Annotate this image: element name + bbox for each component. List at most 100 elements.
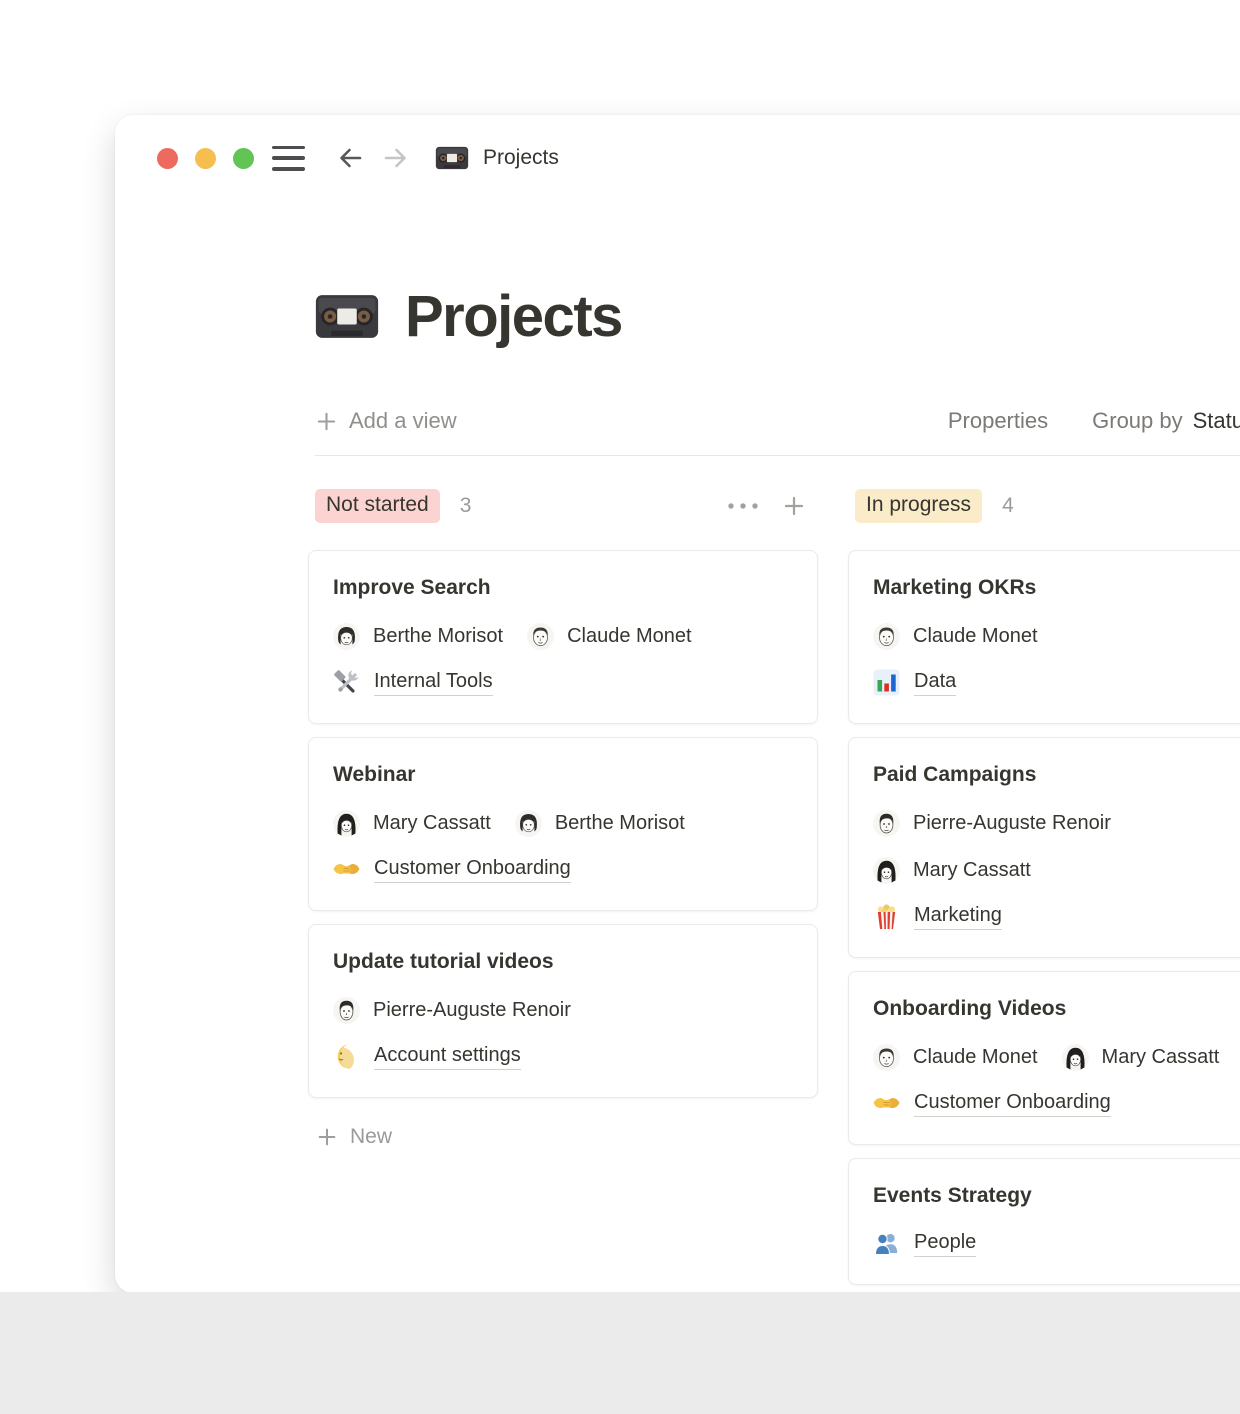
avatar [873,857,900,884]
group-by-button[interactable]: Group by Status [1092,408,1240,434]
tag: Account settings [333,1043,793,1070]
person: Claude Monet [873,623,1038,650]
tag: Customer Onboarding [333,856,793,883]
column-more-icon[interactable] [726,502,760,510]
tag-label: People [914,1231,976,1257]
avatar [873,810,900,837]
avatar [333,810,360,837]
back-arrow-icon[interactable] [335,143,365,173]
view-controls: Add a view Properties Group by Status [315,404,1240,438]
moon-icon [333,1043,360,1070]
person-row: Mary Cassatt Berthe Morisot [333,809,793,837]
person-name: Claude Monet [913,1046,1038,1069]
card-improve-search[interactable]: Improve Search Berthe Morisot Claude Mon… [308,550,818,724]
tag: Internal Tools [333,669,793,696]
tag-label: Customer Onboarding [374,857,571,883]
add-view-label: Add a view [349,408,457,434]
page-title-text[interactable]: Projects [405,283,622,350]
add-view-button[interactable]: Add a view [315,408,457,434]
kanban-board: Not started 3 Improve Search Berthe Mori… [308,489,1240,1293]
person: Mary Cassatt [333,810,491,837]
titlebar: Projects [115,115,1240,201]
zoom-button[interactable] [233,148,254,169]
new-card-label: New [350,1125,392,1149]
status-badge[interactable]: In progress [855,489,982,523]
column-add-icon[interactable] [782,494,806,518]
card-paid-campaigns[interactable]: Paid Campaigns Pierre-Auguste Renoir Mar… [848,737,1240,958]
person-row: Mary Cassatt [873,856,1240,884]
tools-icon [333,669,360,696]
column-count: 4 [1002,494,1014,518]
card-update-tutorial-videos[interactable]: Update tutorial videos Pierre-Auguste Re… [308,924,818,1098]
group-by-label: Group by [1092,408,1183,434]
person: Mary Cassatt [1062,1044,1220,1071]
column-actions [726,494,806,518]
person: Claude Monet [527,623,692,650]
avatar [873,623,900,650]
person-name: Berthe Morisot [555,812,685,835]
tag-label: Account settings [374,1044,521,1070]
menu-icon[interactable] [272,146,305,171]
page-title: Projects [315,283,1240,350]
card-title: Events Strategy [873,1184,1240,1208]
column-header: Not started 3 [308,489,818,523]
card-title: Webinar [333,763,793,787]
person-name: Mary Cassatt [1102,1046,1220,1069]
person-name: Pierre-Auguste Renoir [913,812,1111,835]
card-webinar[interactable]: Webinar Mary Cassatt Berthe Morisot [308,737,818,911]
person-row: Berthe Morisot Claude Monet [333,622,793,650]
person-row: Pierre-Auguste Renoir [333,996,793,1024]
tag: Marketing [873,903,1240,930]
traffic-lights [157,148,254,169]
person-row: Claude Monet Mary Cassatt [873,1043,1240,1071]
breadcrumb[interactable]: Projects [483,146,559,170]
avatar [1062,1044,1089,1071]
minimize-button[interactable] [195,148,216,169]
status-badge[interactable]: Not started [315,489,440,523]
avatar [873,1044,900,1071]
card-title: Update tutorial videos [333,950,793,974]
avatar [527,623,554,650]
avatar [333,623,360,650]
person-name: Claude Monet [913,625,1038,648]
person: Berthe Morisot [333,623,503,650]
card-marketing-okrs[interactable]: Marketing OKRs Claude Monet Data [848,550,1240,724]
tag: Data [873,669,1240,696]
new-card-button[interactable]: New [308,1125,818,1149]
person-name: Mary Cassatt [373,812,491,835]
person: Mary Cassatt [873,857,1031,884]
tag-label: Customer Onboarding [914,1091,1111,1117]
view-right-controls: Properties Group by Status [948,408,1240,434]
card-title: Marketing OKRs [873,576,1240,600]
group-by-value: Status [1193,408,1240,434]
divider [315,455,1240,456]
vhs-cassette-icon [435,146,469,170]
forward-arrow-icon[interactable] [381,143,411,173]
plus-icon [316,1126,338,1148]
vhs-cassette-icon[interactable] [315,293,379,340]
person-name: Claude Monet [567,625,692,648]
avatar [515,810,542,837]
tag-label: Data [914,670,956,696]
person-name: Mary Cassatt [913,859,1031,882]
column-count: 3 [460,494,472,518]
tag-label: Marketing [914,904,1002,930]
tag: People [873,1230,1240,1257]
card-title: Improve Search [333,576,793,600]
card-title: Onboarding Videos [873,997,1240,1021]
card-onboarding-videos[interactable]: Onboarding Videos Claude Monet Mary Cass… [848,971,1240,1145]
column-not-started: Not started 3 Improve Search Berthe Mori… [308,489,818,1293]
column-header: In progress 4 [848,489,1240,523]
close-button[interactable] [157,148,178,169]
card-events-strategy[interactable]: Events Strategy People [848,1158,1240,1285]
page: Projects Add a view Properties Group by … [115,283,1240,1293]
page-background-band [0,1292,1240,1414]
person-row: Claude Monet [873,622,1240,650]
person: Pierre-Auguste Renoir [873,810,1111,837]
person: Berthe Morisot [515,810,685,837]
person: Pierre-Auguste Renoir [333,997,571,1024]
app-window: Projects Projects Add a view Properties … [115,115,1240,1293]
avatar [333,997,360,1024]
properties-button[interactable]: Properties [948,408,1048,434]
column-in-progress: In progress 4 Marketing OKRs Claude Mone… [848,489,1240,1293]
